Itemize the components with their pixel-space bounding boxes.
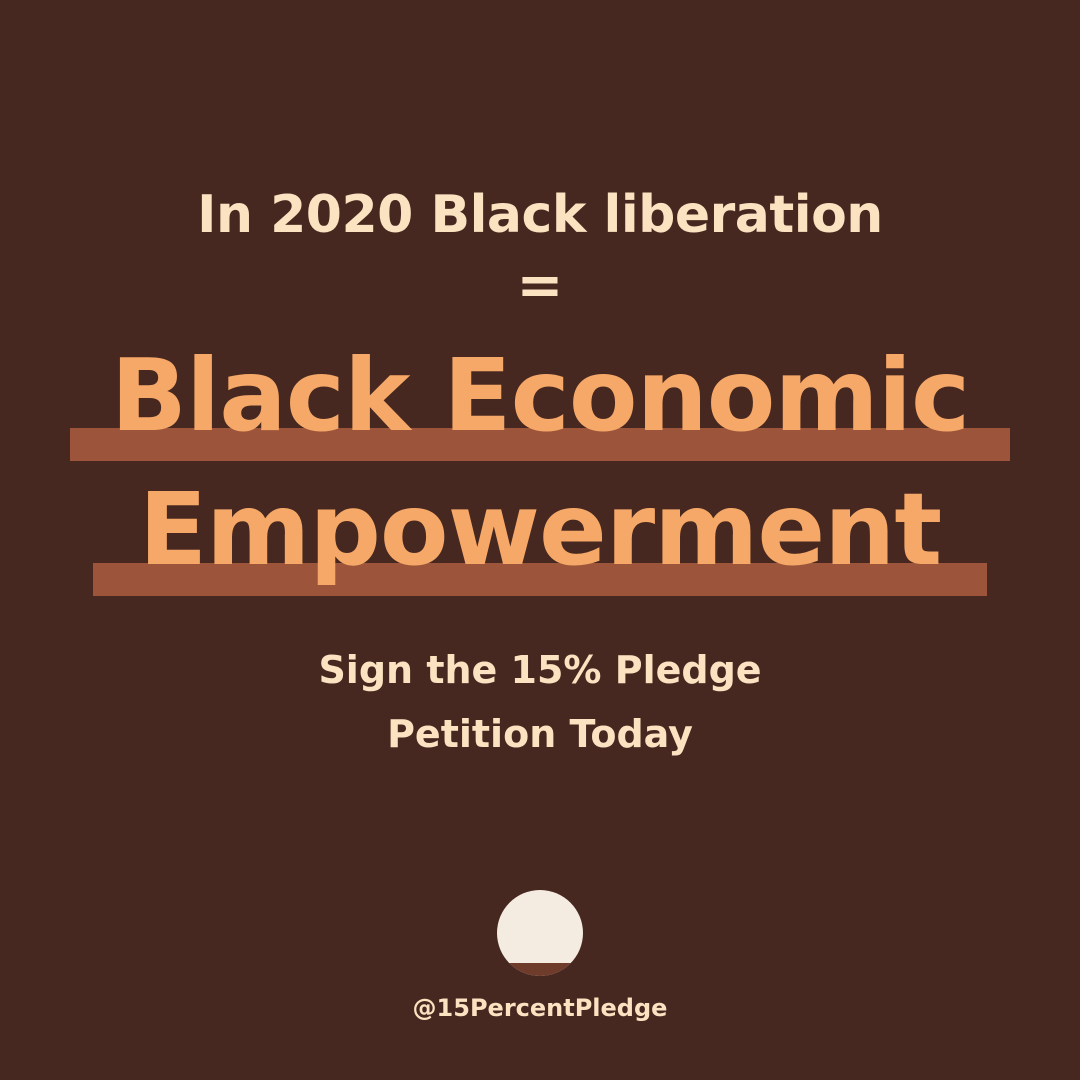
equals-sign: = <box>516 253 564 318</box>
logo-band <box>497 963 583 976</box>
call-to-action: Sign the 15% Pledge Petition Today <box>0 638 1080 766</box>
headline-line-2: Empowerment <box>138 471 942 588</box>
intro-text: In 2020 Black liberation <box>197 185 883 245</box>
half-circle-logo-icon <box>497 890 583 976</box>
cta-line-1: Sign the 15% Pledge <box>318 648 762 692</box>
headline-line-1: Black Economic <box>110 337 971 454</box>
post-canvas: In 2020 Black liberation = Black Economi… <box>0 0 1080 1080</box>
social-handle: @15PercentPledge <box>412 994 668 1022</box>
cta-line-2: Petition Today <box>387 712 693 756</box>
